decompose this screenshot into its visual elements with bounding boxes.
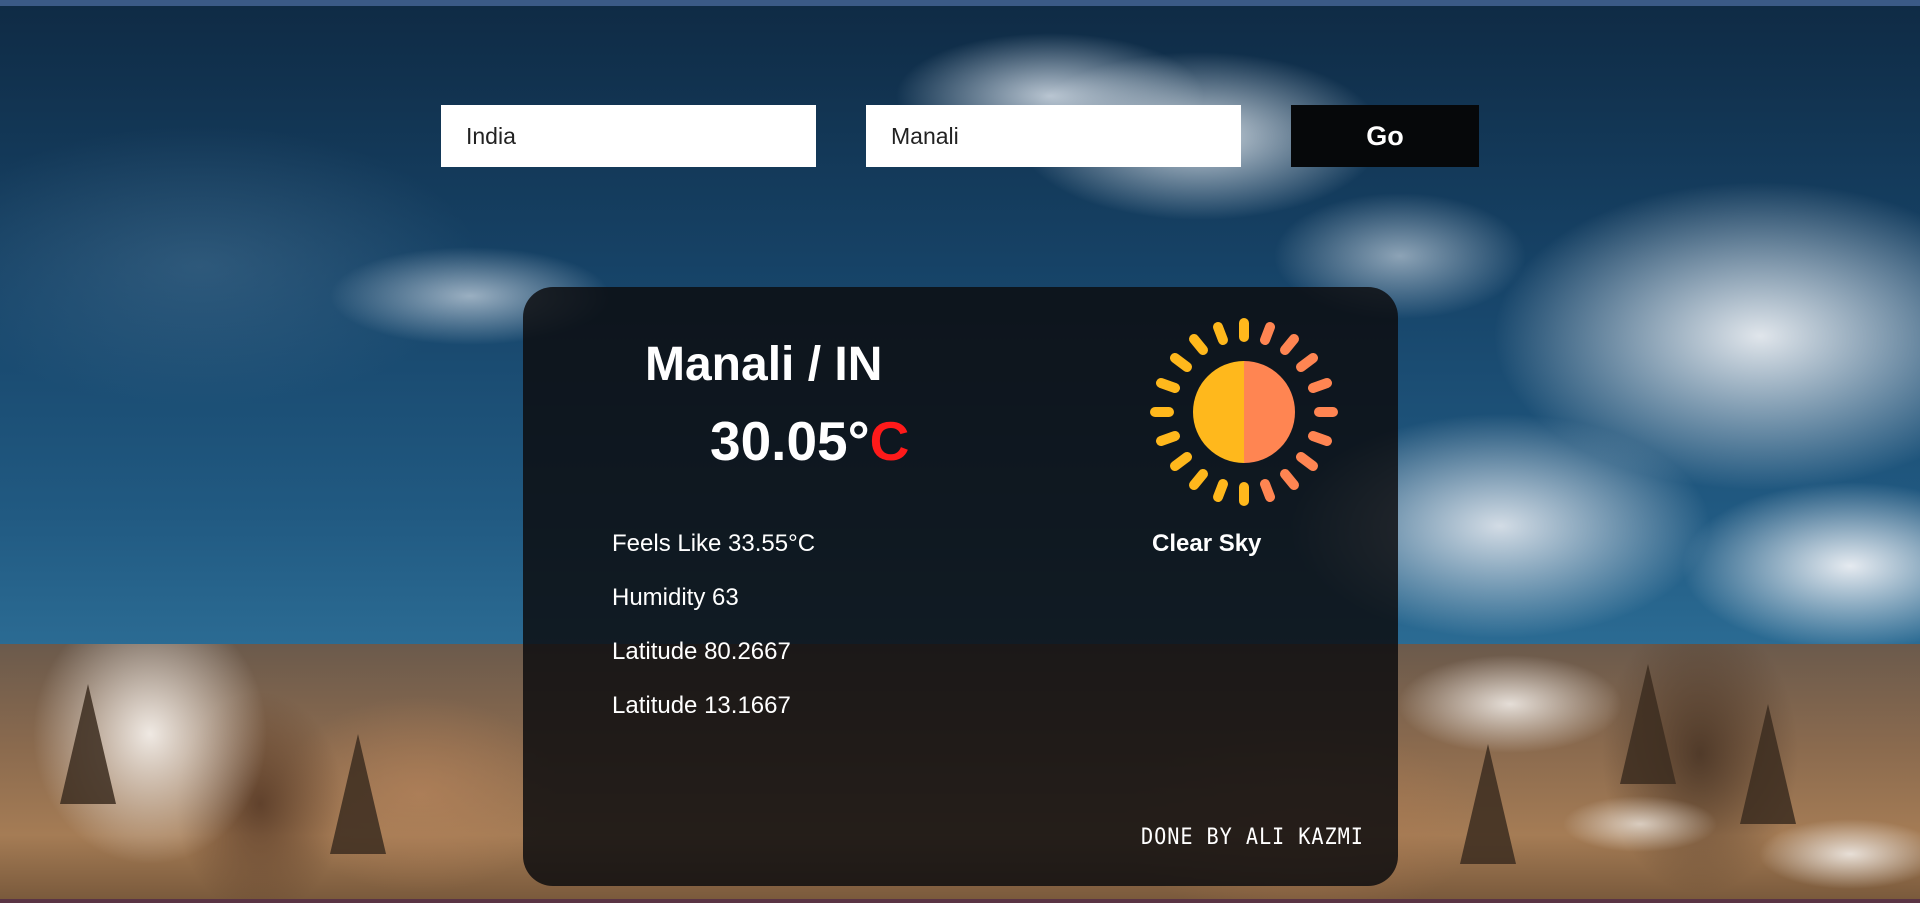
location-title: Manali / IN <box>645 338 883 391</box>
tree-shape <box>1620 664 1676 784</box>
country-input[interactable] <box>441 105 816 167</box>
weather-card: Manali / IN 30.05°C Clear Sky Feels Like… <box>523 287 1398 886</box>
temperature-value: 30.05° <box>710 410 870 472</box>
weather-app-page: Go Manali / IN 30.05°C <box>0 0 1920 903</box>
humidity: Humidity 63 <box>612 584 739 611</box>
feels-like: Feels Like 33.55°C <box>612 530 816 557</box>
longitude: Latitude 13.1667 <box>612 692 791 719</box>
go-button[interactable]: Go <box>1291 105 1479 167</box>
bottom-border <box>0 899 1920 903</box>
credit-text: DONE BY ALI KAZMI <box>1141 825 1364 850</box>
latitude: Latitude 80.2667 <box>612 638 791 665</box>
tree-shape <box>1460 744 1516 864</box>
city-input[interactable] <box>866 105 1241 167</box>
tree-shape <box>60 684 116 804</box>
sun-icon <box>1150 318 1338 506</box>
temperature: 30.05°C <box>710 409 909 473</box>
weather-condition: Clear Sky <box>1152 530 1262 557</box>
temperature-unit: C <box>869 410 910 472</box>
tree-shape <box>1740 704 1796 824</box>
tree-shape <box>330 734 386 854</box>
